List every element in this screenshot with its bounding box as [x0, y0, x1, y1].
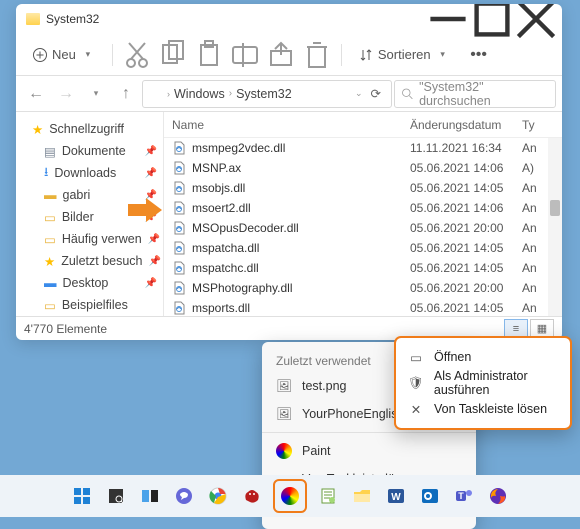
new-label: Neu [52, 47, 76, 62]
folder-icon [26, 13, 40, 25]
forward-button[interactable]: → [52, 80, 80, 108]
file-icon [172, 281, 186, 295]
file-icon [172, 221, 186, 235]
file-row[interactable]: msobjs.dll05.06.2021 14:05An [164, 178, 562, 198]
file-row[interactable]: msmpeg2vdec.dll11.11.2021 16:34An [164, 138, 562, 158]
file-row[interactable]: msports.dll05.06.2021 14:05An [164, 298, 562, 316]
jumplist-app[interactable]: Paint [262, 437, 476, 465]
folder-icon [149, 88, 163, 99]
titlebar: System32 [16, 4, 562, 34]
refresh-button[interactable]: ⟳ [367, 86, 385, 101]
taskbar-explorer[interactable] [349, 483, 375, 509]
svg-text:W: W [391, 492, 401, 503]
file-icon [172, 261, 186, 275]
file-icon [172, 241, 186, 255]
column-name[interactable]: Name [164, 118, 410, 132]
file-icon [172, 161, 186, 175]
file-icon [172, 141, 186, 155]
new-button[interactable]: Neu ▾ [24, 40, 104, 70]
file-row[interactable]: MSPhotography.dll05.06.2021 20:00An [164, 278, 562, 298]
file-list: Name Änderungsdatum Ty msmpeg2vdec.dll11… [164, 112, 562, 316]
annotation-arrow [128, 198, 162, 222]
paste-button[interactable] [193, 40, 225, 70]
rename-button[interactable] [229, 40, 261, 70]
cut-button[interactable] [121, 40, 153, 70]
taskbar-search[interactable] [103, 483, 129, 509]
taskbar-chrome[interactable] [205, 483, 231, 509]
sidebar-item[interactable]: ⭳Downloads📌 [16, 162, 163, 184]
file-row[interactable]: msoert2.dll05.06.2021 14:06An [164, 198, 562, 218]
file-row[interactable]: mspatcha.dll05.06.2021 14:05An [164, 238, 562, 258]
column-date[interactable]: Änderungsdatum [410, 118, 522, 132]
scrollbar[interactable] [548, 138, 562, 316]
more-button[interactable]: ••• [463, 40, 495, 70]
toolbar: Neu ▾ Sortieren ▾ ••• [16, 34, 562, 76]
taskbar-taskview[interactable] [137, 483, 163, 509]
file-icon [172, 201, 186, 215]
copy-button[interactable] [157, 40, 189, 70]
paint-icon [276, 443, 292, 459]
chevron-down-icon: ▾ [80, 47, 96, 63]
taskbar-paint-highlighted [273, 479, 307, 513]
delete-button[interactable] [301, 40, 333, 70]
taskbar-notepadpp[interactable] [315, 483, 341, 509]
search-placeholder: "System32" durchsuchen [419, 80, 549, 108]
column-type[interactable]: Ty [522, 118, 542, 132]
file-row[interactable]: MSOpusDecoder.dll05.06.2021 20:00An [164, 218, 562, 238]
recent-button[interactable]: ▾ [82, 80, 110, 108]
file-row[interactable]: mspatchc.dll05.06.2021 14:05An [164, 258, 562, 278]
sidebar-quick-access[interactable]: ★Schnellzugriff [16, 118, 163, 140]
breadcrumb-item[interactable]: System32 [236, 87, 292, 101]
file-icon [172, 181, 186, 195]
ctx-run-admin[interactable]: 🛡Als Administrator ausführen [396, 370, 570, 396]
sidebar-item[interactable]: ▤Dokumente📌 [16, 140, 163, 162]
share-button[interactable] [265, 40, 297, 70]
close-button[interactable] [514, 4, 558, 34]
chevron-down-icon: ▾ [435, 47, 451, 63]
back-button[interactable]: ← [22, 80, 50, 108]
taskbar-irfanview[interactable] [239, 483, 265, 509]
taskbar-chat[interactable] [171, 483, 197, 509]
search-input[interactable]: "System32" durchsuchen [394, 80, 556, 108]
sidebar-item[interactable]: ★Zuletzt besuch📌 [16, 250, 163, 272]
taskbar-word[interactable]: W [383, 483, 409, 509]
sort-button[interactable]: Sortieren ▾ [350, 40, 459, 70]
nav-row: ← → ▾ ↑ › Windows› System32 ⌄ ⟳ "System3… [16, 76, 562, 112]
up-button[interactable]: ↑ [112, 80, 140, 108]
context-menu: ▭Öffnen 🛡Als Administrator ausführen ✕Vo… [394, 336, 572, 430]
item-count: 4'770 Elemente [24, 322, 107, 336]
minimize-button[interactable] [426, 4, 470, 34]
address-bar[interactable]: › Windows› System32 ⌄ ⟳ [142, 80, 392, 108]
file-row[interactable]: MSNP.ax05.06.2021 14:06A) [164, 158, 562, 178]
window-title: System32 [46, 12, 99, 26]
taskbar: W T [0, 475, 580, 517]
sidebar-item[interactable]: ▭Häufig verwen📌 [16, 228, 163, 250]
taskbar-teams[interactable]: T [451, 483, 477, 509]
taskbar-firefox[interactable] [485, 483, 511, 509]
file-explorer-window: System32 Neu ▾ Sortieren ▾ ••• ← → ▾ [16, 4, 562, 340]
sidebar-item[interactable]: ▭Beispielfiles [16, 294, 163, 316]
breadcrumb-item[interactable]: Windows [174, 87, 225, 101]
maximize-button[interactable] [470, 4, 514, 34]
ctx-unpin[interactable]: ✕Von Taskleiste lösen [396, 396, 570, 422]
start-button[interactable] [69, 483, 95, 509]
svg-text:T: T [458, 491, 464, 501]
sidebar-item[interactable]: ▬Desktop📌 [16, 272, 163, 294]
file-icon [172, 301, 186, 315]
taskbar-outlook[interactable] [417, 483, 443, 509]
sort-label: Sortieren [378, 47, 431, 62]
ctx-open[interactable]: ▭Öffnen [396, 344, 570, 370]
taskbar-paint[interactable] [277, 483, 303, 509]
